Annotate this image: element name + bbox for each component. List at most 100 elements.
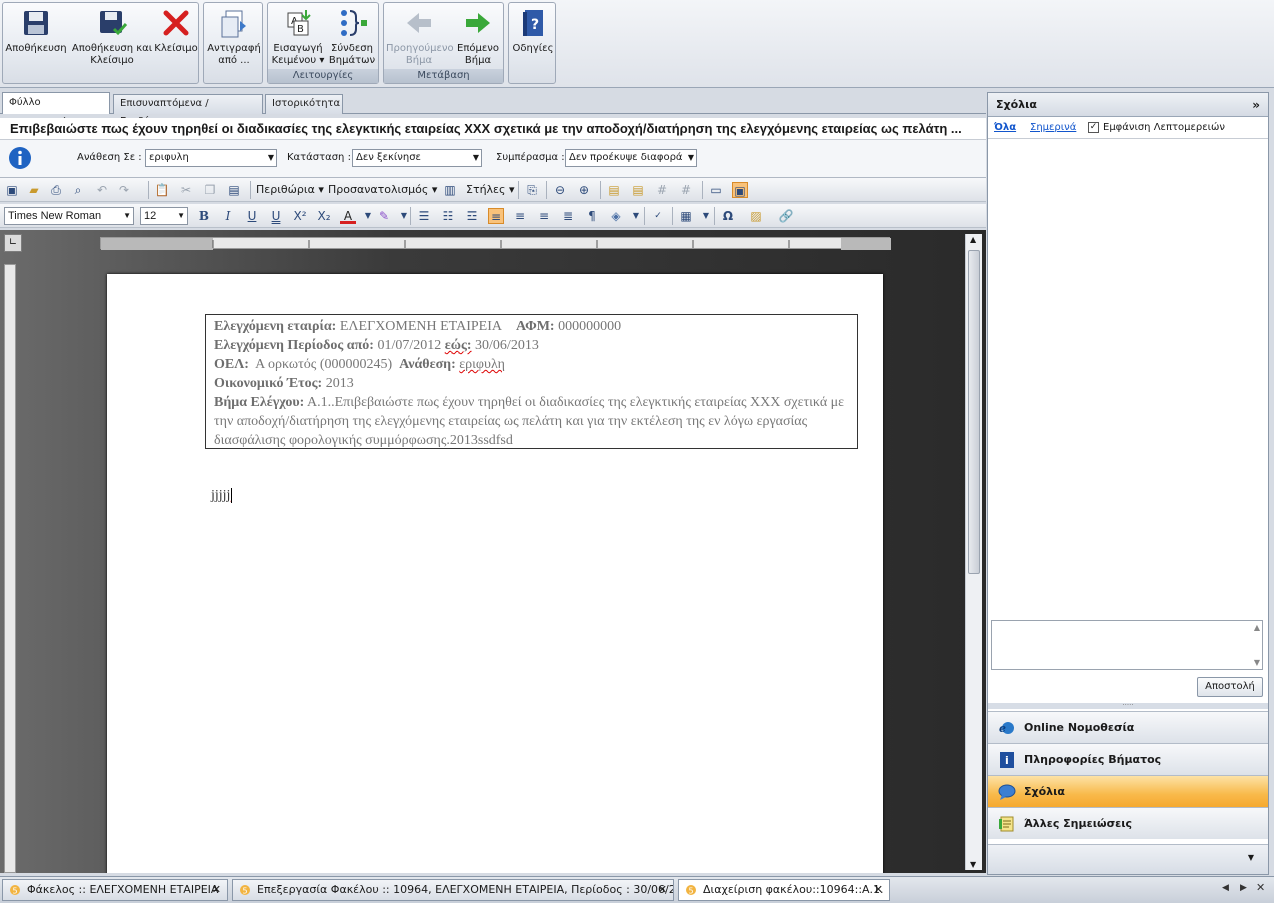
bold-icon[interactable]: B xyxy=(196,208,212,224)
scroll-up-icon[interactable]: ▲ xyxy=(1254,623,1260,632)
scroll-down-icon[interactable]: ▼ xyxy=(1254,658,1260,667)
orientation-menu[interactable]: Προσανατολισμός ▾ xyxy=(328,182,437,198)
justify-icon[interactable]: ≣ xyxy=(560,208,576,224)
show-details-checkbox[interactable]: ✓ xyxy=(1088,122,1099,133)
doc-tab-manage-folder[interactable]: 5 Διαχείριση φακέλου::10964::Α.1. ✕ xyxy=(678,879,890,901)
close-tab-icon[interactable]: ✕ xyxy=(212,880,221,900)
nav-online-legislation[interactable]: e Online Νομοθεσία xyxy=(988,711,1268,743)
document-page[interactable]: Ελεγχόμενη εταιρία: ΕΛΕΓΧΟΜΕΝΗ ΕΤΑΙΡΕΙΑ … xyxy=(107,274,883,873)
panel-splitter[interactable]: ····· xyxy=(988,702,1268,709)
print-layout-icon[interactable]: ▭ xyxy=(708,182,724,198)
undo-icon[interactable]: ↶ xyxy=(94,182,110,198)
font-name-select[interactable]: Times New Roman ▼ xyxy=(4,207,134,225)
page-break-icon[interactable]: ⎘ xyxy=(524,182,540,198)
scroll-tabs-left-icon[interactable]: ◀ xyxy=(1222,883,1229,893)
doc-tab-edit-folder[interactable]: 5 Επεξεργασία Φακέλου :: 10964, ΕΛΕΓΧΟΜΕ… xyxy=(232,879,674,901)
chevron-down-icon[interactable]: ▼ xyxy=(628,208,644,224)
page-number-icon[interactable]: # xyxy=(654,182,670,198)
spell-check-icon[interactable]: ✓ xyxy=(650,208,666,224)
save-icon[interactable]: ▣ xyxy=(4,182,20,198)
insert-image-icon[interactable]: ▨ xyxy=(748,208,764,224)
bullets-icon[interactable]: ☰ xyxy=(416,208,432,224)
conclusion-select[interactable]: Δεν προέκυψε διαφορά ▼ xyxy=(565,149,697,167)
doc-tab-folder[interactable]: 5 Φάκελος :: ΕΛΕΓΧΟΜΕΝΗ ΕΤΑΙΡΕΙΑ ✕ xyxy=(2,879,228,901)
comment-input[interactable]: ▲ ▼ xyxy=(991,620,1263,670)
chevron-down-icon[interactable]: ▼ xyxy=(1248,853,1254,862)
fill-color-icon[interactable]: ◈ xyxy=(608,208,624,224)
footer-icon[interactable]: ▤ xyxy=(630,182,646,198)
draft-view-icon[interactable]: ▣ xyxy=(732,182,748,198)
tab-stop-selector[interactable]: ∟ xyxy=(4,234,22,252)
save-and-close-button[interactable]: Αποθήκευση και Κλείσιμο xyxy=(71,7,153,67)
table-icon[interactable]: ▦ xyxy=(678,208,694,224)
collapse-panel-icon[interactable]: » xyxy=(1252,93,1260,117)
paste-special-icon[interactable]: ▤ xyxy=(226,182,242,198)
numbering-icon[interactable]: ☷ xyxy=(440,208,456,224)
zoom-in-icon[interactable]: ⊕ xyxy=(576,182,592,198)
redo-icon[interactable]: ↷ xyxy=(116,182,132,198)
cut-icon[interactable]: ✂ xyxy=(178,182,194,198)
chevron-down-icon: ▼ xyxy=(123,211,131,220)
font-color-icon[interactable]: A xyxy=(340,208,356,224)
columns-menu[interactable]: Στήλες ▾ xyxy=(466,182,515,198)
status-select[interactable]: Δεν ξεκίνησε ▼ xyxy=(352,149,482,167)
columns-icon[interactable]: ▥ xyxy=(442,182,458,198)
tab-history[interactable]: Ιστορικότητα xyxy=(265,94,343,114)
align-center-icon[interactable]: ≡ xyxy=(512,208,528,224)
open-folder-icon[interactable]: ▰ xyxy=(26,182,42,198)
chevron-down-icon[interactable]: ▼ xyxy=(698,208,714,224)
font-size-select[interactable]: 12 ▼ xyxy=(140,207,188,225)
scrollbar-thumb[interactable] xyxy=(968,250,980,574)
horizontal-ruler[interactable] xyxy=(100,237,891,250)
link-steps-button[interactable]: Σύνδεση Βημάτων xyxy=(326,7,378,67)
zoom-out-icon[interactable]: ⊖ xyxy=(552,182,568,198)
vertical-ruler[interactable] xyxy=(4,264,16,873)
close-tab-icon[interactable]: ✕ xyxy=(658,880,667,900)
nav-step-info[interactable]: i Πληροφορίες Βήματος xyxy=(988,743,1268,775)
copy-icon[interactable]: ❐ xyxy=(202,182,218,198)
previous-step-button[interactable]: Προηγούμενο Βήμα xyxy=(386,7,454,67)
subscript-icon[interactable]: X₂ xyxy=(316,208,332,224)
tab-attachments[interactable]: Επισυναπτόμενα / Συνδέσεις xyxy=(113,94,263,127)
double-underline-icon[interactable]: U xyxy=(268,208,284,224)
scroll-up-icon[interactable]: ▲ xyxy=(970,235,976,244)
document-body-text[interactable]: jjjjj xyxy=(211,488,236,504)
editor-vertical-scrollbar[interactable]: ▲ ▼ xyxy=(965,234,982,870)
assign-label: Ανάθεση Σε : xyxy=(77,152,142,163)
underline-icon[interactable]: U xyxy=(244,208,260,224)
filter-today-link[interactable]: Σημερινά xyxy=(1030,122,1076,133)
symbol-icon[interactable]: Ω xyxy=(720,208,736,224)
assign-select[interactable]: εριφυλη ▼ xyxy=(145,149,277,167)
filter-all-link[interactable]: Όλα xyxy=(994,122,1016,133)
hyperlink-icon[interactable]: 🔗 xyxy=(778,208,794,224)
insert-text-button[interactable]: AB Εισαγωγή Κειμένου ▾ xyxy=(270,7,326,67)
close-tab-icon[interactable]: ✕ xyxy=(874,880,883,900)
print-preview-icon[interactable]: ⌕ xyxy=(70,182,86,198)
close-all-tabs-icon[interactable]: ✕ xyxy=(1256,881,1265,894)
document-editor[interactable]: ∟ Ελεγχόμενη εταιρία: ΕΛΕΓΧΟΜΕΝΗ ΕΤΑΙΡΕΙ… xyxy=(0,230,986,873)
help-button[interactable]: ? Οδηγίες xyxy=(511,7,555,55)
header-icon[interactable]: ▤ xyxy=(606,182,622,198)
scroll-tabs-right-icon[interactable]: ▶ xyxy=(1240,883,1247,893)
chevron-down-icon[interactable]: ▼ xyxy=(360,208,376,224)
superscript-icon[interactable]: X² xyxy=(292,208,308,224)
nav-other-notes[interactable]: Άλλες Σημειώσεις xyxy=(988,807,1268,839)
nav-comments[interactable]: Σχόλια xyxy=(988,775,1268,807)
copy-from-button[interactable]: Αντιγραφή από ... xyxy=(206,7,262,67)
send-comment-button[interactable]: Αποστολή xyxy=(1197,677,1263,697)
paste-icon[interactable]: 📋 xyxy=(154,182,170,198)
paragraph-marks-icon[interactable]: ¶ xyxy=(584,208,600,224)
save-button[interactable]: Αποθήκευση xyxy=(5,7,67,55)
italic-icon[interactable]: I xyxy=(220,208,236,224)
margins-menu[interactable]: Περιθώρια ▾ xyxy=(256,182,324,198)
tab-record-sheet[interactable]: Φύλλο Καταγραφής xyxy=(2,92,110,128)
print-icon[interactable]: ⎙ xyxy=(48,182,64,198)
align-left-icon[interactable]: ≡ xyxy=(488,208,504,224)
page-count-icon[interactable]: # xyxy=(678,182,694,198)
next-step-button[interactable]: Επόμενο Βήμα xyxy=(454,7,502,67)
close-button[interactable]: Κλείσιμο xyxy=(153,7,199,55)
align-right-icon[interactable]: ≡ xyxy=(536,208,552,224)
multilevel-list-icon[interactable]: ☲ xyxy=(464,208,480,224)
highlight-icon[interactable]: ✎ xyxy=(376,208,392,224)
scroll-down-icon[interactable]: ▼ xyxy=(970,860,976,869)
